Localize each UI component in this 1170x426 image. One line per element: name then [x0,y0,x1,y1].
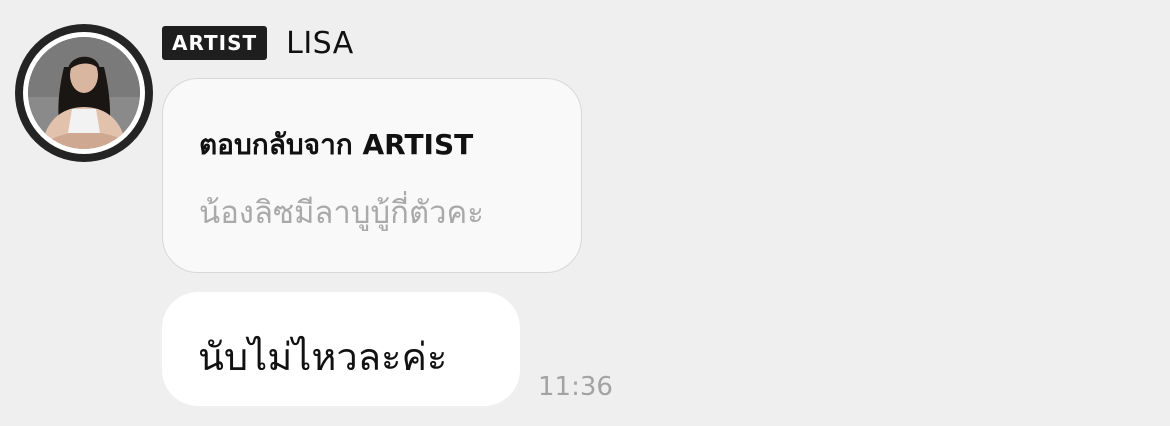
message-bubble[interactable]: นับไม่ไหวละค่ะ [162,292,520,406]
reply-bubble[interactable]: ตอบกลับจาก ARTIST น้องลิซมีลาบูบู้กี่ตัว… [162,78,582,273]
message-text: นับไม่ไหวละค่ะ [198,335,448,379]
profile-photo-icon [28,37,140,149]
reply-quote: น้องลิซมีลาบูบู้กี่ตัวคะ [199,195,484,231]
sender-header: ARTIST LISA [162,26,354,61]
reply-label: ตอบกลับจาก ARTIST [199,128,474,161]
sender-name[interactable]: LISA [286,26,354,61]
avatar-photo [28,37,140,149]
sender-avatar[interactable] [15,24,153,162]
artist-badge: ARTIST [162,26,268,60]
avatar-ring [23,32,145,154]
message-timestamp: 11:36 [538,372,613,402]
